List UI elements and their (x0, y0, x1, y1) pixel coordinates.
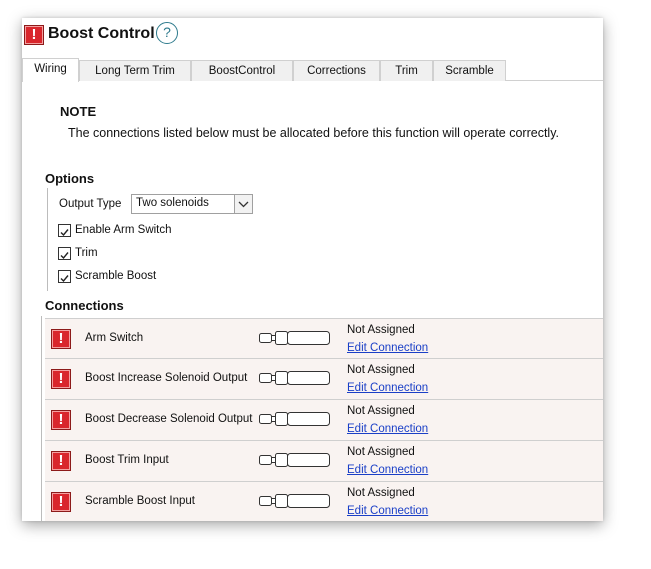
edit-connection-link[interactable]: Edit Connection (347, 464, 428, 476)
connection-status: Not Assigned (347, 446, 415, 458)
tab-scramble[interactable]: Scramble (433, 60, 506, 81)
output-type-value: Two solenoids (136, 197, 209, 209)
chevron-down-icon (238, 201, 249, 208)
connector-plug-icon (259, 453, 330, 467)
warning-icon: ! (51, 410, 71, 430)
edit-connection-link[interactable]: Edit Connection (347, 342, 428, 354)
tab-trim[interactable]: Trim (380, 60, 433, 81)
connections-divider (41, 316, 42, 521)
options-heading: Options (45, 171, 95, 186)
tab-wiring[interactable]: Wiring (22, 58, 79, 82)
output-type-label: Output Type (59, 198, 122, 210)
note-title: NOTE (60, 104, 97, 119)
connection-status: Not Assigned (347, 405, 415, 417)
warning-icon: ! (51, 492, 71, 512)
checkmark-icon (60, 229, 69, 237)
output-type-select[interactable]: Two solenoids (131, 194, 253, 214)
enable-arm-switch-checkbox[interactable] (58, 224, 71, 237)
tab-corrections[interactable]: Corrections (293, 60, 380, 81)
connection-label: Boost Increase Solenoid Output (85, 372, 248, 384)
wiring-tab-content: NOTE The connections listed below must b… (22, 81, 603, 521)
tab-boost-control[interactable]: BoostControl (191, 60, 293, 81)
connector-plug-icon (259, 412, 330, 426)
connection-row-boost-decrease: ! Boost Decrease Solenoid Output Not Ass… (45, 400, 603, 441)
connection-row-arm-switch: ! Arm Switch Not Assigned Edit Connectio… (45, 318, 603, 359)
connection-row-scramble-boost-input: ! Scramble Boost Input Not Assigned Edit… (45, 482, 603, 521)
checkmark-icon (60, 252, 69, 260)
connector-plug-icon (259, 331, 330, 345)
warning-icon: ! (51, 369, 71, 389)
connection-status: Not Assigned (347, 364, 415, 376)
options-divider (47, 188, 48, 291)
edit-connection-link[interactable]: Edit Connection (347, 423, 428, 435)
tab-long-term-trim[interactable]: Long Term Trim (79, 60, 191, 81)
tab-strip: Wiring Long Term Trim BoostControl Corre… (22, 58, 603, 82)
connection-row-boost-trim-input: ! Boost Trim Input Not Assigned Edit Con… (45, 441, 603, 482)
edit-connection-link[interactable]: Edit Connection (347, 382, 428, 394)
scramble-boost-label: Scramble Boost (75, 270, 157, 282)
connection-row-boost-increase: ! Boost Increase Solenoid Output Not Ass… (45, 359, 603, 400)
warning-icon: ! (51, 451, 71, 471)
connector-plug-icon (259, 371, 330, 385)
page-title: Boost Control (48, 25, 155, 42)
checkmark-icon (60, 275, 69, 283)
trim-checkbox[interactable] (58, 247, 71, 260)
warning-icon: ! (51, 329, 71, 349)
connection-label: Boost Decrease Solenoid Output (85, 413, 253, 425)
connector-plug-icon (259, 494, 330, 508)
boost-control-panel: ! Boost Control ? Wiring Long Term Trim … (22, 18, 603, 521)
connection-status: Not Assigned (347, 324, 415, 336)
connection-label: Arm Switch (85, 332, 144, 344)
warning-icon: ! (24, 25, 44, 45)
title-bar: ! Boost Control ? (22, 18, 603, 56)
scramble-boost-checkbox[interactable] (58, 270, 71, 283)
connections-heading: Connections (45, 298, 124, 313)
connection-label: Scramble Boost Input (85, 495, 195, 507)
connection-label: Boost Trim Input (85, 454, 169, 466)
edit-connection-link[interactable]: Edit Connection (347, 505, 428, 517)
connection-status: Not Assigned (347, 487, 415, 499)
trim-label: Trim (75, 247, 98, 259)
help-icon[interactable]: ? (156, 22, 178, 44)
enable-arm-switch-label: Enable Arm Switch (75, 224, 172, 236)
note-text: The connections listed below must be all… (68, 126, 559, 140)
dropdown-button[interactable] (234, 195, 252, 213)
